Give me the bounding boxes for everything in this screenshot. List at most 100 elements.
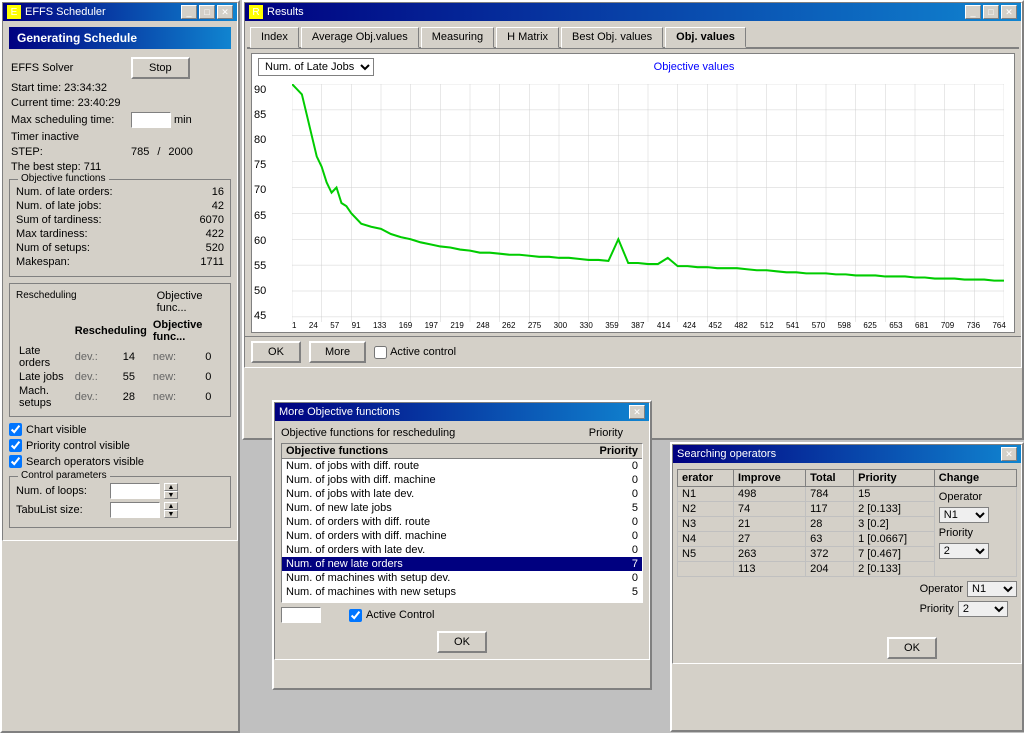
results-close[interactable]: ✕ bbox=[1001, 5, 1017, 19]
op-priority: 2 [0.133] bbox=[854, 562, 935, 577]
op-name: N3 bbox=[678, 517, 734, 532]
tab-h-matrix[interactable]: H Matrix bbox=[496, 27, 559, 48]
listbox-item[interactable]: Num. of orders with late dev.0 bbox=[282, 543, 642, 557]
x-label: 512 bbox=[760, 321, 773, 330]
resched-new-label: new: bbox=[150, 370, 202, 384]
op-select[interactable]: N1 bbox=[939, 507, 989, 523]
max-scheduling-row: Max scheduling time: min bbox=[9, 112, 231, 128]
close-btn[interactable]: ✕ bbox=[217, 5, 233, 19]
active-control-checkbox[interactable] bbox=[374, 346, 387, 359]
results-ok-button[interactable]: OK bbox=[251, 341, 301, 363]
tab-index[interactable]: Index bbox=[250, 27, 299, 48]
listbox-item[interactable]: Num. of new late jobs5 bbox=[282, 501, 642, 515]
item-label: Num. of new late jobs bbox=[286, 502, 392, 514]
y-label: 60 bbox=[254, 235, 266, 247]
x-label: 24 bbox=[309, 321, 318, 330]
maximize-btn[interactable]: □ bbox=[199, 5, 215, 19]
solver-label: EFFS Solver bbox=[11, 62, 131, 74]
checkbox-row: Priority control visible bbox=[9, 439, 231, 452]
results-minimize[interactable]: _ bbox=[965, 5, 981, 19]
tab-obj.-values[interactable]: Obj. values bbox=[665, 27, 746, 48]
num-loops-input[interactable]: 100 bbox=[110, 483, 160, 499]
op-priority: 1 [0.0667] bbox=[854, 532, 935, 547]
results-panel: R Results _ □ ✕ IndexAverage Obj.valuesM… bbox=[242, 0, 1024, 440]
item-label: Num. of orders with diff. machine bbox=[286, 530, 447, 542]
x-label: 570 bbox=[812, 321, 825, 330]
x-label: 625 bbox=[863, 321, 876, 330]
listbox-item[interactable]: Num. of jobs with diff. route0 bbox=[282, 459, 642, 473]
item-label: Num. of jobs with diff. route bbox=[286, 460, 419, 472]
more-active-control-checkbox[interactable] bbox=[349, 609, 362, 622]
item-label: Num. of machines with setup dev. bbox=[286, 572, 450, 584]
x-label: 219 bbox=[450, 321, 463, 330]
left-title-bar: E EFFS Scheduler _ □ ✕ bbox=[3, 3, 237, 21]
checkbox[interactable] bbox=[9, 423, 22, 436]
resched-row: Late jobs dev.: 55 new: 0 bbox=[16, 370, 224, 384]
x-label: 248 bbox=[476, 321, 489, 330]
tab-best-obj.-values[interactable]: Best Obj. values bbox=[561, 27, 663, 48]
chart-dropdown[interactable]: Num. of Late Jobs bbox=[258, 58, 374, 76]
more-active-label: Active Control bbox=[366, 609, 434, 621]
checkbox-row: Chart visible bbox=[9, 423, 231, 436]
tab-average-obj.values[interactable]: Average Obj.values bbox=[301, 27, 419, 48]
results-maximize[interactable]: □ bbox=[983, 5, 999, 19]
change-priority-select[interactable]: 2 bbox=[958, 601, 1008, 617]
priority-input[interactable]: 7 bbox=[281, 607, 321, 623]
operators-title: Searching operators bbox=[677, 448, 776, 460]
listbox-item[interactable]: Num. of jobs with late dev.0 bbox=[282, 487, 642, 501]
listbox-item[interactable]: Num. of orders with diff. machine0 bbox=[282, 529, 642, 543]
item-priority: 0 bbox=[608, 572, 638, 584]
item-label: Num. of jobs with late dev. bbox=[286, 488, 414, 500]
num-loops-down[interactable]: ▼ bbox=[164, 491, 178, 499]
checkboxes-section: Chart visible Priority control visible S… bbox=[9, 423, 231, 468]
y-label: 45 bbox=[254, 310, 266, 322]
resched-new-label: new: bbox=[150, 384, 202, 410]
num-loops-up[interactable]: ▲ bbox=[164, 483, 178, 491]
item-priority: 7 bbox=[608, 558, 638, 570]
resched-new-val: 0 bbox=[202, 344, 224, 370]
max-scheduling-input[interactable] bbox=[131, 112, 171, 128]
obj-value: 422 bbox=[174, 228, 224, 240]
checkbox[interactable] bbox=[9, 455, 22, 468]
left-panel: E EFFS Scheduler _ □ ✕ Generating Schedu… bbox=[0, 0, 240, 733]
listbox-item[interactable]: Num. of new late orders7 bbox=[282, 557, 642, 571]
operators-ok-button[interactable]: OK bbox=[887, 637, 937, 659]
listbox-item[interactable]: Num. of machines with setup dev. 0 bbox=[282, 571, 642, 585]
tabu-down[interactable]: ▼ bbox=[164, 510, 178, 518]
results-bottom-bar: OK More Active control bbox=[245, 336, 1021, 367]
operators-table: erator Improve Total Priority Change N1 … bbox=[677, 469, 1017, 577]
more-title-bar: More Objective functions ✕ bbox=[275, 403, 649, 421]
listbox-item[interactable]: Num. of orders with diff. route0 bbox=[282, 515, 642, 529]
listbox-item[interactable]: Num. of machines with new setups5 bbox=[282, 585, 642, 599]
results-title-bar: R Results _ □ ✕ bbox=[245, 3, 1021, 21]
pri-select[interactable]: 2 bbox=[939, 543, 989, 559]
op-name: N2 bbox=[678, 502, 734, 517]
tabu-up[interactable]: ▲ bbox=[164, 502, 178, 510]
timer-status: Timer inactive bbox=[11, 131, 79, 143]
tabu-input[interactable]: 150 bbox=[110, 502, 160, 518]
item-label: Num. of orders with diff. route bbox=[286, 516, 430, 528]
more-listbox[interactable]: Objective functionsPriorityNum. of jobs … bbox=[281, 443, 643, 603]
results-more-button[interactable]: More bbox=[309, 341, 366, 363]
resched-dev-label: dev.: bbox=[72, 370, 120, 384]
col-operator: erator bbox=[678, 470, 734, 487]
change-priority-label: Priority bbox=[920, 603, 954, 615]
x-axis-labels: 1245791133169197219248262275300330359387… bbox=[292, 321, 1006, 330]
rescheduling-section: Rescheduling Objective func... Reschedul… bbox=[9, 283, 231, 417]
item-priority: 0 bbox=[608, 474, 638, 486]
x-label: 133 bbox=[373, 321, 386, 330]
stop-button[interactable]: Stop bbox=[131, 57, 190, 79]
more-ok-button[interactable]: OK bbox=[437, 631, 487, 653]
y-axis-labels: 90858075706560555045 bbox=[254, 84, 266, 322]
operators-close[interactable]: ✕ bbox=[1001, 447, 1017, 461]
resched-name: Late orders bbox=[16, 344, 72, 370]
rescheduling-table: ReschedulingObjective func... Late order… bbox=[16, 318, 224, 410]
op-priority: 2 [0.133] bbox=[854, 502, 935, 517]
item-label: Num. of orders with late dev. bbox=[286, 544, 425, 556]
more-close[interactable]: ✕ bbox=[629, 405, 645, 419]
tab-measuring[interactable]: Measuring bbox=[421, 27, 494, 48]
minimize-btn[interactable]: _ bbox=[181, 5, 197, 19]
checkbox[interactable] bbox=[9, 439, 22, 452]
listbox-item[interactable]: Num. of jobs with diff. machine0 bbox=[282, 473, 642, 487]
change-operator-select[interactable]: N1 bbox=[967, 581, 1017, 597]
